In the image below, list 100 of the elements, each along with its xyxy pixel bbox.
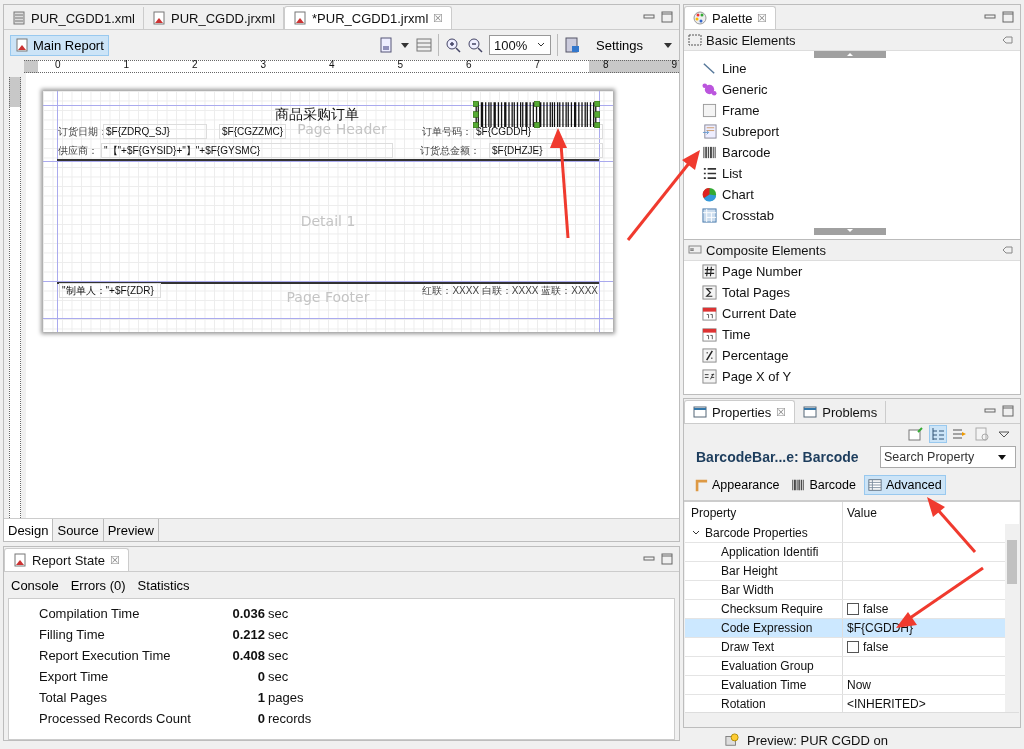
console-tab[interactable]: Console [8,577,62,593]
table-icon [868,478,882,492]
property-name: Draw Text [720,640,775,654]
property-name: Code Expression [720,621,813,635]
panel-tab[interactable]: Report State ☒ [4,548,129,571]
dropdown-caret-icon[interactable] [663,40,673,50]
checkbox[interactable] [847,641,859,653]
stat-unit: sec [268,627,289,642]
appearance-icon [694,478,708,492]
dropdown-caret-icon[interactable] [400,40,410,50]
stat-value: 0.036 [231,606,266,621]
property-name: Bar Height [720,564,778,578]
stat-label: Compilation Time [39,606,141,621]
palette-item[interactable]: Barcode [684,142,1020,163]
scrollbar[interactable] [685,712,1019,727]
tree-icon[interactable] [930,426,946,442]
palette-item[interactable]: Current Date [684,303,1020,324]
palette-item[interactable]: Generic [684,79,1020,100]
property-row[interactable]: Application Identifi [685,543,1005,562]
property-row[interactable]: Bar Width [685,581,1005,600]
property-name: Application Identifi [720,545,819,559]
scroll-down-button[interactable] [814,228,886,235]
section-tab[interactable]: Appearance [690,475,784,495]
barcode-icon [791,478,806,492]
close-icon[interactable]: ☒ [776,405,787,419]
palette-group-header[interactable]: Composite Elements [684,240,1020,261]
maximize-icon[interactable] [1002,405,1014,417]
sort-icon[interactable] [952,426,968,442]
property-value: <INHERITED> [847,697,926,711]
settings-icon[interactable] [564,37,580,53]
ruler-number: 6 [466,59,472,71]
close-icon[interactable]: ☒ [433,11,444,25]
section-tab[interactable]: Barcode [787,475,860,495]
property-name: Rotation [720,697,766,711]
palette-item[interactable]: Percentage [684,345,1020,366]
stat-unit: records [268,711,312,726]
caret-down-icon [997,452,1007,462]
section-tab[interactable]: Advanced [864,475,946,495]
property-row[interactable]: Evaluation Time Now [685,676,1005,695]
layout-icon[interactable] [416,37,432,53]
band-label: Detail 1 [300,213,356,229]
palette-item[interactable]: Frame [684,100,1020,121]
stat-value: 1 [256,690,266,705]
checkbox[interactable] [847,603,859,615]
palette-item[interactable]: Time [684,324,1020,345]
pin-icon[interactable] [1002,35,1014,45]
view-tab[interactable]: Design [4,519,54,541]
report-file-icon [15,38,29,52]
maximize-icon[interactable] [661,11,673,23]
static-text: 订货总金额： [419,144,481,158]
stat-value: 0.408 [231,648,266,663]
stat-unit: sec [268,606,289,621]
editor-tab[interactable]: PUR_CGDD1.xml [4,7,144,29]
palette-item[interactable]: Line [684,58,1020,79]
ruler-number: 2 [192,59,198,71]
stat-value: 0 [256,669,266,684]
property-row[interactable]: Bar Height [685,562,1005,581]
palette-item[interactable]: List [684,163,1020,184]
stat-label: Export Time [39,669,110,684]
close-icon[interactable]: ☒ [757,11,768,25]
property-row[interactable]: Draw Text false [685,638,1005,657]
pin-icon[interactable] [1002,245,1014,255]
close-icon[interactable]: ☒ [110,553,120,567]
palette-group-header[interactable]: Basic Elements [684,30,1020,51]
editor-tab[interactable]: PUR_CGDD.jrxml [144,7,284,29]
palette-item[interactable]: Page X of Y [684,366,1020,387]
panel-tab[interactable]: Properties ☒ [684,400,796,423]
main-report-button[interactable]: Main Report [10,34,109,56]
property-row[interactable]: Evaluation Group [685,657,1005,676]
settings-button[interactable]: Settings [586,37,657,53]
console-tab[interactable]: Errors (0) [67,577,129,593]
calendar-icon [702,327,717,342]
panel-tab[interactable]: Problems [795,401,887,423]
palette-item[interactable]: Crosstab [684,205,1020,226]
property-value: false [863,640,889,654]
palette-item[interactable]: Page Number [684,261,1020,282]
barcode-element[interactable] [473,101,600,128]
palette-icon [693,11,707,25]
barcode-icon [702,145,717,160]
panel-tab[interactable]: Palette ☒ [684,6,777,29]
maximize-icon[interactable] [661,553,673,565]
scroll-up-button[interactable] [814,51,886,58]
pin-editor-icon[interactable] [908,426,924,442]
palette-item[interactable]: Chart [684,184,1020,205]
scrollbar[interactable] [1005,524,1019,712]
ruler-number: 7 [534,59,541,71]
report-title: 商品采购订单 [274,106,360,122]
zoom-out-icon[interactable] [467,37,483,53]
zoom-in-icon[interactable] [445,37,461,53]
palette-item[interactable]: Subreport [684,121,1020,142]
maximize-icon[interactable] [1002,11,1014,23]
list-icon [702,166,717,181]
palette-item[interactable]: Total Pages [684,282,1020,303]
band-label: Page Header [297,121,387,137]
zoom-dropdown[interactable]: 100% [489,35,551,55]
editor-tab[interactable]: *PUR_CGDD1.jrxml ☒ [284,6,453,29]
search-property-dropdown[interactable]: Search Property [880,446,1016,468]
property-row[interactable]: Barcode Properties [685,524,1005,543]
console-tab[interactable]: Statistics [134,577,193,593]
calendar-icon [702,306,717,321]
